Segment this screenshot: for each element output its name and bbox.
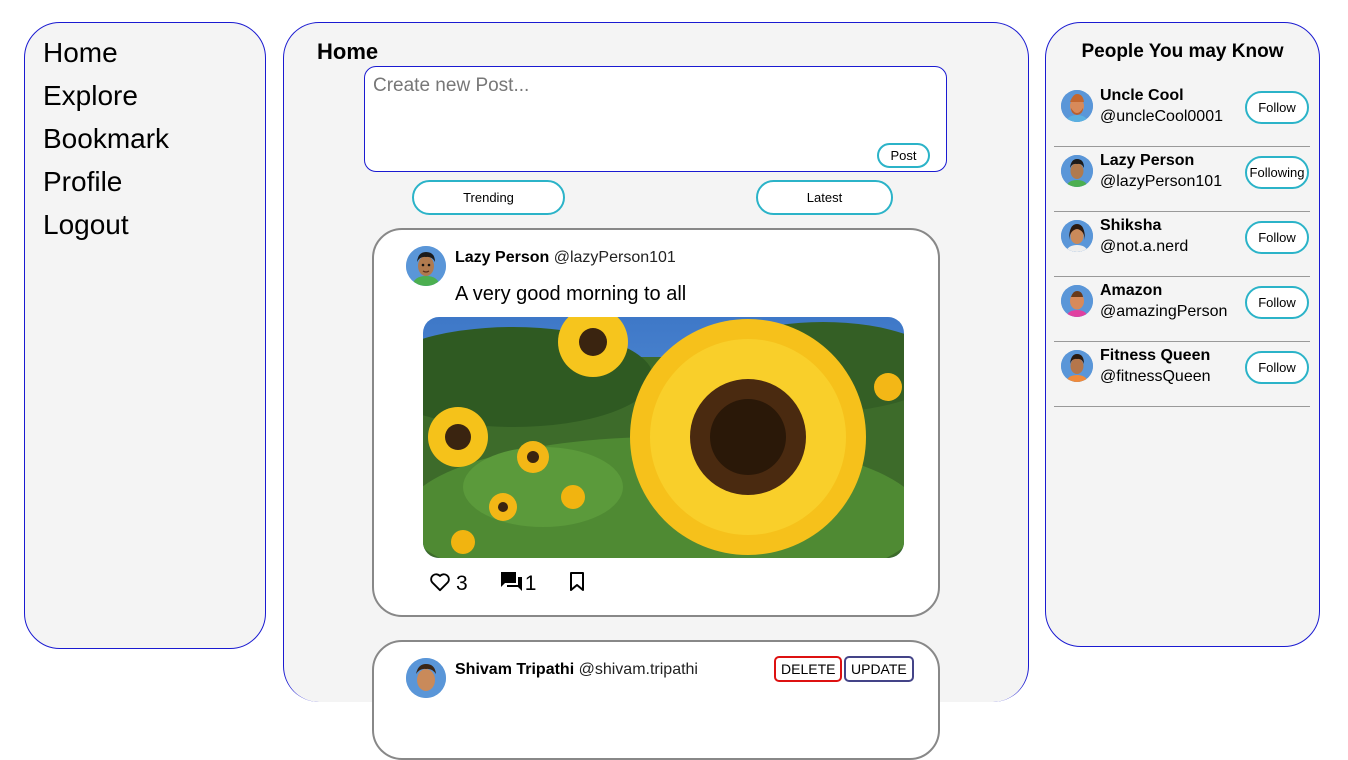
update-button[interactable]: UPDATE [844,656,914,682]
suggestion-item: Lazy Person @lazyPerson101 Following [1054,147,1310,212]
suggestion-item: Shiksha @not.a.nerd Follow [1054,212,1310,277]
avatar[interactable] [406,246,446,286]
comment-count: 1 [524,572,537,595]
avatar[interactable] [406,658,446,698]
follow-button[interactable]: Follow [1245,221,1309,254]
bookmark-button[interactable] [569,572,585,592]
post-author[interactable]: Lazy Person @lazyPerson101 [455,249,676,267]
avatar[interactable] [1061,155,1093,187]
post-text: A very good morning to all [455,283,687,305]
person-name: Fitness Queen [1100,347,1211,364]
tab-latest[interactable]: Latest [756,180,893,215]
suggestion-item: Amazon @amazingPerson Follow [1054,277,1310,342]
follow-button[interactable]: Follow [1245,286,1309,319]
suggestions-panel: People You may Know Uncle Cool @uncleCoo… [1045,22,1320,647]
tab-trending[interactable]: Trending [412,180,565,215]
avatar[interactable] [1061,90,1093,122]
nav-bookmark[interactable]: Bookmark [43,123,169,155]
following-button[interactable]: Following [1245,156,1309,189]
person-name: Uncle Cool [1100,87,1184,104]
post-card: Lazy Person @lazyPerson101 A very good m… [372,228,940,617]
new-post-input[interactable] [371,73,935,137]
author-handle: @shivam.tripathi [578,661,698,678]
post-author[interactable]: Shivam Tripathi @shivam.tripathi [455,661,698,679]
main-feed-panel: Home Post Trending Latest Lazy Person @l… [283,22,1029,760]
person-handle: @uncleCool0001 [1100,108,1223,125]
heart-outline-icon [429,572,451,592]
avatar[interactable] [1061,350,1093,382]
suggestion-item: Uncle Cool @uncleCool0001 Follow [1054,82,1310,147]
person-name: Lazy Person [1100,152,1195,169]
suggestion-item: Fitness Queen @fitnessQueen Follow [1054,342,1310,407]
chat-bubbles-icon [500,571,524,593]
avatar[interactable] [1061,285,1093,317]
suggestions-title: People You may Know [1081,41,1284,62]
page-title: Home [317,39,379,64]
left-nav-panel: Home Explore Bookmark Profile Logout [24,22,266,649]
nav-logout[interactable]: Logout [43,209,129,241]
nav-home[interactable]: Home [43,37,118,69]
bookmark-outline-icon [569,572,585,592]
like-count: 3 [456,572,468,595]
author-handle: @lazyPerson101 [553,249,676,266]
person-handle: @amazingPerson [1100,303,1228,320]
delete-button[interactable]: DELETE [774,656,843,682]
person-handle: @lazyPerson101 [1100,173,1223,190]
person-name: Amazon [1100,282,1163,299]
post-button[interactable]: Post [877,143,930,168]
follow-button[interactable]: Follow [1245,351,1309,384]
person-name: Shiksha [1100,217,1162,234]
nav-profile[interactable]: Profile [43,166,122,198]
author-name: Lazy Person [455,249,550,266]
like-button[interactable]: 3 [429,568,468,596]
post-actions: 3 1 [429,568,585,596]
avatar[interactable] [1061,220,1093,252]
post-image [423,317,904,558]
post-card: Shivam Tripathi @shivam.tripathi DELETE … [372,640,940,760]
nav-explore[interactable]: Explore [43,80,138,112]
comment-button[interactable]: 1 [500,568,537,596]
post-composer: Post [364,66,947,172]
person-handle: @not.a.nerd [1100,238,1189,255]
person-handle: @fitnessQueen [1100,368,1211,385]
author-name: Shivam Tripathi [455,661,575,678]
follow-button[interactable]: Follow [1245,91,1309,124]
